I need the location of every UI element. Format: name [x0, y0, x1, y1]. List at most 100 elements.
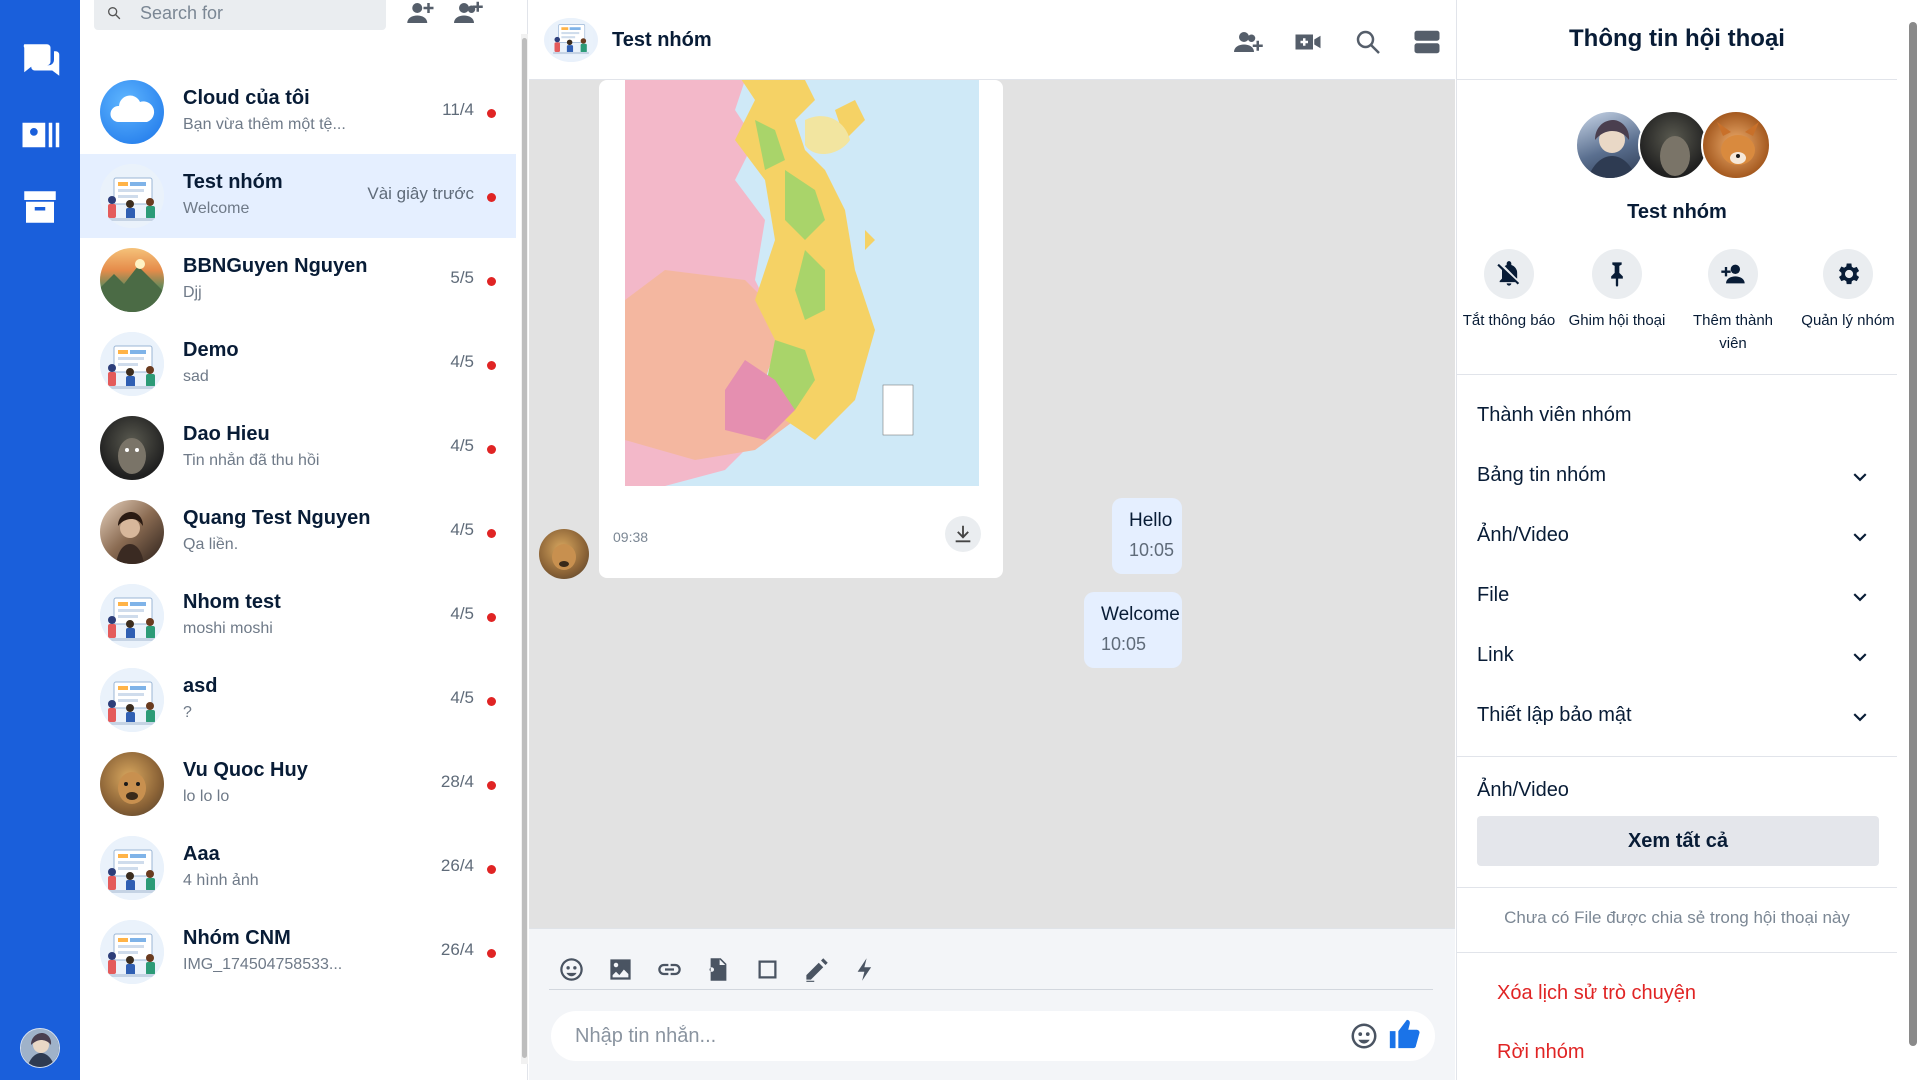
create-group-icon[interactable]: [452, 0, 486, 28]
section-security[interactable]: Thiết lập bảo mật: [1477, 696, 1887, 736]
conversation-name: Quang Test Nguyen: [183, 507, 371, 529]
search-icon[interactable]: [1350, 24, 1386, 60]
unread-dot: [487, 529, 496, 538]
download-icon[interactable]: [945, 516, 981, 552]
group-avatar: [100, 920, 164, 984]
search-input[interactable]: [140, 2, 370, 24]
add-member-icon: [1721, 264, 1745, 284]
divider: [1457, 887, 1897, 888]
conversation-item[interactable]: Nhom test moshi moshi 4/5: [80, 574, 516, 658]
group-avatar: [100, 584, 164, 648]
chevron-down-icon: [1853, 713, 1867, 722]
link-icon[interactable]: [649, 949, 689, 989]
group-avatar: [100, 332, 164, 396]
conversation-time: 4/5: [450, 520, 474, 539]
unread-dot: [487, 193, 496, 202]
bell-off-icon: [1497, 261, 1520, 286]
user-avatar[interactable]: [20, 1028, 60, 1068]
archive-icon[interactable]: [15, 182, 65, 232]
map-image[interactable]: [625, 80, 979, 486]
photo-avatar: [100, 500, 164, 564]
conversation-item[interactable]: Cloud của tôi Bạn vừa thêm một tệ... 11/…: [80, 70, 516, 154]
emoji-icon[interactable]: [551, 949, 591, 989]
message-text: Welcome: [1101, 604, 1180, 625]
scrollbar-thumb[interactable]: [522, 38, 527, 1058]
conversation-item[interactable]: asd ? 4/5: [80, 658, 516, 742]
conversation-item[interactable]: Dao Hieu Tin nhắn đã thu hồi 4/5: [80, 406, 516, 490]
divider: [1457, 79, 1897, 80]
conversation-time: 28/4: [440, 772, 474, 791]
action-label: Quản lý nhóm: [1801, 312, 1895, 329]
sender-avatar[interactable]: [539, 529, 589, 579]
conversation-time: 26/4: [440, 856, 474, 875]
image-message: 09:38: [599, 80, 1003, 578]
unread-dot: [487, 697, 496, 706]
group-avatar: [100, 668, 164, 732]
divider: [1457, 374, 1897, 375]
conversation-time: Vài giây trước: [367, 184, 474, 203]
leave-group-button[interactable]: Rời nhóm: [1497, 1041, 1585, 1064]
conversation-list: Cloud của tôi Bạn vừa thêm một tệ... 11/…: [80, 0, 528, 1080]
conversation-item[interactable]: Vu Quoc Huy lo lo lo 28/4: [80, 742, 516, 826]
contacts-icon[interactable]: [15, 110, 65, 160]
group-avatar: [100, 164, 164, 228]
section-label: Ảnh/Video: [1477, 524, 1569, 546]
like-icon[interactable]: [1387, 1017, 1423, 1053]
section-file[interactable]: File: [1477, 576, 1887, 616]
chat-icon[interactable]: [15, 35, 65, 85]
pin-conversation-button[interactable]: Ghim hội thoại: [1567, 249, 1667, 332]
conversation-time: 4/5: [450, 604, 474, 623]
conversation-name: Test nhóm: [183, 171, 283, 193]
file-icon[interactable]: [698, 949, 738, 989]
conversation-name: Demo: [183, 339, 239, 361]
add-friend-icon[interactable]: [404, 0, 438, 28]
message-time: 10:05: [1129, 540, 1175, 560]
divider: [1457, 952, 1897, 953]
message-input[interactable]: [575, 1019, 1295, 1053]
unread-dot: [487, 109, 496, 118]
section-group-members[interactable]: Thành viên nhóm: [1477, 396, 1887, 436]
message-input-box[interactable]: [551, 1011, 1435, 1061]
square-icon[interactable]: [747, 949, 787, 989]
section-media[interactable]: Ảnh/Video: [1477, 516, 1887, 556]
conversation-last-message: Djj: [183, 284, 202, 301]
message-time: 10:05: [1101, 634, 1147, 654]
emoji-icon[interactable]: [1349, 1021, 1379, 1051]
conversation-item[interactable]: Demo sad 4/5: [80, 322, 516, 406]
see-all-button[interactable]: Xem tất cả: [1477, 816, 1879, 866]
add-member-button[interactable]: Thêm thành viên: [1683, 249, 1783, 355]
dog-avatar: [100, 752, 164, 816]
media-section-label: Ảnh/Video: [1477, 779, 1569, 801]
clear-history-button[interactable]: Xóa lịch sử trò chuyện: [1497, 982, 1696, 1005]
conversation-item[interactable]: BBNGuyen Nguyen Djj 5/5: [80, 238, 516, 322]
conversation-last-message: Welcome: [183, 200, 250, 217]
unread-dot: [487, 277, 496, 286]
scrollbar-thumb[interactable]: [1909, 22, 1917, 1046]
section-label: File: [1477, 584, 1510, 606]
conversation-item[interactable]: Quang Test Nguyen Qa liền. 4/5: [80, 490, 516, 574]
draw-icon[interactable]: [796, 949, 836, 989]
mute-notifications-button[interactable]: Tắt thông báo: [1459, 249, 1559, 332]
section-group-board[interactable]: Bảng tin nhóm: [1477, 456, 1887, 496]
section-label: Link: [1477, 644, 1514, 666]
conversation-item[interactable]: Aaa 4 hình ảnh 26/4: [80, 826, 516, 910]
search-box[interactable]: [94, 0, 386, 30]
conversation-name: Aaa: [183, 843, 220, 865]
manage-group-button[interactable]: Quản lý nhóm: [1798, 249, 1898, 332]
list-header: [94, 0, 514, 34]
message-bubble: Hello 10:05: [1112, 498, 1182, 574]
section-link[interactable]: Link: [1477, 636, 1887, 676]
bolt-icon[interactable]: [845, 949, 885, 989]
unread-dot: [487, 445, 496, 454]
add-member-icon[interactable]: [1231, 24, 1267, 60]
video-call-icon[interactable]: [1290, 24, 1326, 60]
conversation-time: 4/5: [450, 436, 474, 455]
toggle-info-icon[interactable]: [1409, 24, 1445, 60]
conversation-item[interactable]: Nhóm CNM IMG_174504758533... 26/4: [80, 910, 516, 994]
image-icon[interactable]: [600, 949, 640, 989]
conversation-item-active[interactable]: Test nhóm Welcome Vài giây trước: [80, 154, 516, 238]
action-label: Ghim hội thoại: [1568, 312, 1666, 329]
info-scrollbar[interactable]: [1906, 0, 1920, 1080]
conversation-info-panel: Thông tin hội thoại Test nhóm Tắt thông …: [1456, 0, 1906, 1080]
list-scrollbar[interactable]: [521, 34, 528, 1064]
